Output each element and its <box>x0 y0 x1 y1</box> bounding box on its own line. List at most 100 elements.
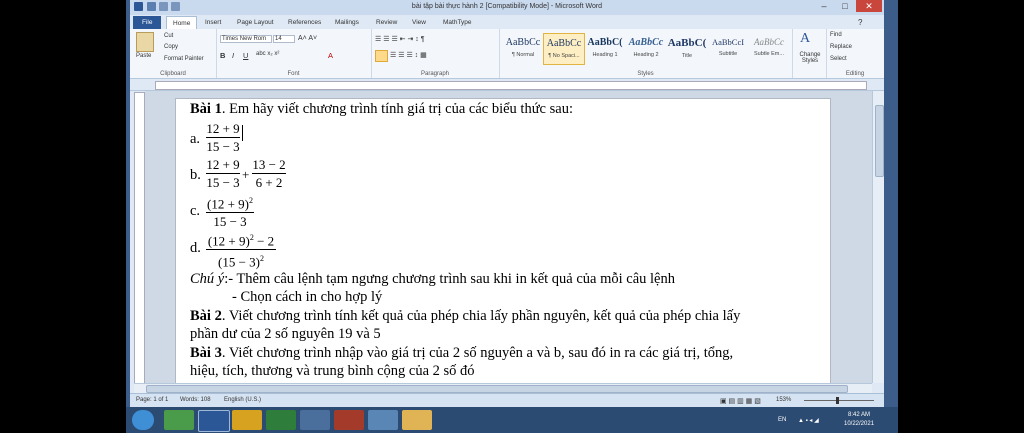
style-preview: AaBbCc <box>628 37 664 48</box>
minimize-button[interactable]: – <box>814 0 834 12</box>
input-language[interactable]: EN <box>778 417 786 423</box>
style-preview: AaBbCcI <box>711 37 745 47</box>
style-subtitle[interactable]: AaBbCcI Subtitle <box>708 33 748 63</box>
taskbar-explorer-icon[interactable] <box>402 410 432 430</box>
scrollbar-thumb[interactable] <box>146 385 848 393</box>
grow-font-icon[interactable]: A˄ A˅ <box>298 35 317 42</box>
clock-time[interactable]: 8:42 AM <box>848 412 870 418</box>
fraction-d: (12 + 9)2 − 2 (15 − 3)2 <box>206 230 276 270</box>
horizontal-ruler[interactable] <box>130 79 884 91</box>
vertical-ruler[interactable] <box>134 92 145 384</box>
numerator-tail: − 2 <box>253 233 275 249</box>
fraction-numerator: (12 + 9)2 <box>206 193 254 211</box>
word-window: bài tập bài thực hành 2 [Compatibility M… <box>130 0 884 407</box>
style-name: Subtle Em... <box>754 51 784 57</box>
chu-y-line1: Chú ý:- Thêm câu lệnh tạm ngưng chương t… <box>190 271 675 287</box>
chu-y-label: Chú ý <box>190 271 225 287</box>
paste-button[interactable]: Paste <box>136 53 151 59</box>
zoom-level[interactable]: 153% <box>776 397 791 403</box>
font-label: Font <box>287 71 300 77</box>
tab-insert[interactable]: Insert <box>199 16 227 29</box>
taskbar-app-icon[interactable] <box>368 410 398 430</box>
style-preview: AaBbCc <box>754 37 784 47</box>
language[interactable]: English (U.S.) <box>224 397 261 403</box>
style-name: ¶ No Spaci... <box>548 53 580 59</box>
chu-y-line2: - Chọn cách in cho hợp lý <box>232 289 383 305</box>
strikethrough-button[interactable]: abc x₂ x² <box>256 51 279 57</box>
styles-group: AaBbCc ¶ Normal AaBbCc ¶ No Spaci... AaB… <box>499 29 793 78</box>
align-left-icon[interactable] <box>375 50 388 62</box>
tab-review[interactable]: Review <box>370 16 403 29</box>
tab-mathtype[interactable]: MathType <box>437 16 478 29</box>
font-color-button[interactable]: A <box>328 51 333 60</box>
change-styles-button[interactable]: Change Styles <box>796 52 824 64</box>
maximize-button[interactable]: □ <box>835 0 855 12</box>
ruler-bar <box>155 81 867 90</box>
replace-button[interactable]: Replace <box>830 44 852 50</box>
scrollbar-thumb[interactable] <box>875 105 884 177</box>
document-area: Bài 1. Em hãy viết chương trình tính giá… <box>145 91 872 383</box>
exponent: 2 <box>249 196 253 205</box>
taskbar-word-icon[interactable] <box>198 410 230 432</box>
paragraph-group: ☰ ☰ ☰ ⇤ ⇥ ↕ ¶ ☰ ☰ ☰ ↕ ▦ Paragraph <box>371 29 500 78</box>
tab-view[interactable]: View <box>406 16 432 29</box>
italic-button[interactable]: I <box>232 51 234 60</box>
find-button[interactable]: Find <box>830 32 842 38</box>
clipboard-label: Clipboard <box>160 71 186 77</box>
word-count[interactable]: Words: 108 <box>180 397 211 403</box>
fraction-denominator: 15 − 3 <box>213 214 247 230</box>
fraction-numerator: 13 − 2 <box>252 157 286 172</box>
document-page[interactable]: Bài 1. Em hãy viết chương trình tính giá… <box>175 98 831 383</box>
fraction-numerator: 12 + 9 <box>206 157 240 172</box>
tab-home[interactable]: Home <box>166 16 198 30</box>
style-no-spacing[interactable]: AaBbCc ¶ No Spaci... <box>543 33 585 65</box>
page-count[interactable]: Page: 1 of 1 <box>136 397 168 403</box>
style-heading-2[interactable]: AaBbCc Heading 2 <box>626 33 666 63</box>
help-icon[interactable]: ? <box>852 16 868 29</box>
underline-button[interactable]: U <box>243 51 248 60</box>
clock-date[interactable]: 10/22/2021 <box>844 421 874 427</box>
fraction-denominator: (15 − 3)2 <box>206 251 276 269</box>
editing-label: Editing <box>845 71 865 77</box>
close-button[interactable]: ✕ <box>856 0 882 12</box>
ribbon-tabs: File Home Insert Page Layout References … <box>130 15 884 30</box>
paragraph-label: Paragraph <box>420 71 450 77</box>
style-preview: AaBbCc <box>546 38 582 49</box>
taskbar-app-icon[interactable] <box>300 410 330 430</box>
cut-button[interactable]: Cut <box>164 33 173 39</box>
ribbon: Paste Cut Copy Format Painter Clipboard … <box>130 29 884 79</box>
tab-file[interactable]: File <box>133 16 162 29</box>
style-normal[interactable]: AaBbCc ¶ Normal <box>503 33 543 63</box>
style-subtle-emphasis[interactable]: AaBbCc Subtle Em... <box>749 33 789 63</box>
style-heading-1[interactable]: AaBbC( Heading 1 <box>585 33 625 63</box>
title-bar: bài tập bài thực hành 2 [Compatibility M… <box>130 0 884 15</box>
tab-page-layout[interactable]: Page Layout <box>231 16 280 29</box>
bai2-text: . Viết chương trình tính kết quả của phé… <box>221 308 741 324</box>
taskbar-excel-icon[interactable] <box>266 410 296 430</box>
zoom-slider[interactable] <box>804 400 874 401</box>
style-title[interactable]: AaBbC( Title <box>667 33 707 63</box>
copy-button[interactable]: Copy <box>164 44 178 50</box>
bullets-icon[interactable]: ☰ ☰ ☰ ⇤ ⇥ ↕ ¶ <box>375 35 425 43</box>
tab-mailings[interactable]: Mailings <box>329 16 365 29</box>
font-size-select[interactable]: 14 <box>273 35 295 43</box>
format-painter-button[interactable]: Format Painter <box>164 56 204 62</box>
change-styles-group: A Change Styles <box>792 29 827 78</box>
item-b-label: b. <box>190 167 201 183</box>
zoom-slider-thumb[interactable] <box>836 397 839 404</box>
bai2-line1: Bài 2. Viết chương trình tính kết quả củ… <box>190 308 740 324</box>
taskbar-app-icon[interactable] <box>164 410 194 430</box>
bold-button[interactable]: B <box>220 51 225 60</box>
style-preview: AaBbC( <box>587 37 623 48</box>
tab-references[interactable]: References <box>282 16 327 29</box>
vertical-scrollbar[interactable] <box>872 91 884 383</box>
font-name-select[interactable]: Times New Rom <box>220 35 272 43</box>
select-button[interactable]: Select <box>830 56 847 62</box>
tray-icons[interactable]: ▲ ▪ ◂ ◢ <box>798 417 819 424</box>
taskbar-chrome-icon[interactable] <box>232 410 262 430</box>
align-center-icon[interactable]: ☰ ☰ ☰ ↕ ▦ <box>390 51 427 59</box>
start-button[interactable] <box>132 410 154 430</box>
taskbar-app-icon[interactable] <box>334 410 364 430</box>
view-buttons-icon[interactable]: ▣ ▤ ▥ ▦ ▧ <box>720 397 761 405</box>
item-d-label: d. <box>190 240 201 256</box>
